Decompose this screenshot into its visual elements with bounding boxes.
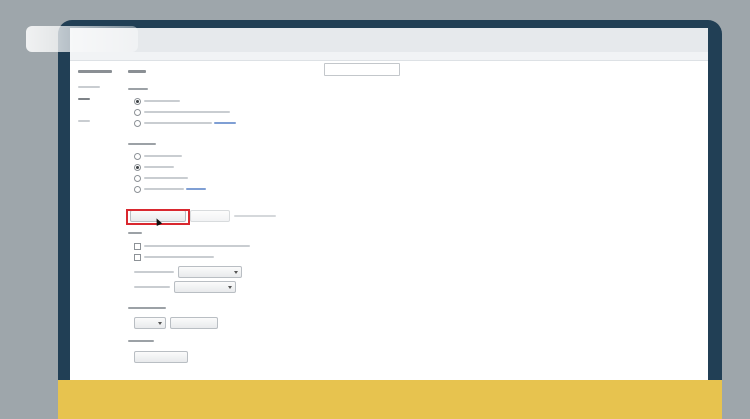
adblock-option-label-1 [144,155,182,157]
video-caption [58,380,722,419]
sidebar-title [78,70,112,73]
sidebar-item-history[interactable] [78,86,100,88]
import-bookmarks-button[interactable] [134,351,188,363]
startup-option-radio-2[interactable] [134,109,141,116]
sidebar-item-settings[interactable] [78,98,90,100]
section-heading-tabs [128,232,142,234]
startup-option-label-3 [144,122,212,124]
chevron-down-icon [234,271,238,274]
adblock-option-radio-3[interactable] [134,175,141,182]
tabs-checkbox-label-2 [144,256,214,258]
page-title [128,70,146,73]
search-engine-select[interactable] [134,317,166,329]
adblock-option-radio-2[interactable] [134,164,141,171]
address-bar-open-select[interactable] [178,266,242,278]
startup-option-radio-3[interactable] [134,120,141,127]
sidebar-item-about[interactable] [78,120,90,122]
section-heading-user-data [128,340,154,342]
section-heading-adblock [128,143,156,145]
adblock-option-label-3 [144,177,188,179]
section-heading-search-engine [128,307,166,309]
section-heading-startup [128,88,148,90]
chevron-down-icon [228,286,232,289]
adblock-status-text [234,215,276,217]
tabs-checkbox-2[interactable] [134,254,141,261]
adblock-option-radio-4[interactable] [134,186,141,193]
adblock-add-rule-link[interactable] [186,188,206,190]
address-bar-open-label [134,271,174,273]
settings-content [128,60,708,380]
browser-screen [70,28,708,380]
adblock-option-label-4 [144,188,184,190]
new-tab-open-select[interactable] [174,281,236,293]
startup-option-label-1 [144,100,180,102]
settings-sidebar [70,60,128,380]
chevron-down-icon [158,322,162,325]
address-bar[interactable] [70,28,708,53]
adblock-secondary-button[interactable] [190,210,230,222]
tabs-checkbox-1[interactable] [134,243,141,250]
adblock-option-label-2 [144,166,174,168]
startup-option-radio-1[interactable] [134,98,141,105]
settings-search-input[interactable] [324,63,400,76]
startup-option-label-2 [144,111,230,113]
manage-search-engines-button[interactable] [170,317,218,329]
video-watermark-logo [26,26,138,52]
new-tab-open-label [134,286,170,288]
tabs-checkbox-label-1 [144,245,250,247]
adblock-option-radio-1[interactable] [134,153,141,160]
startup-set-pages-link[interactable] [214,122,236,124]
